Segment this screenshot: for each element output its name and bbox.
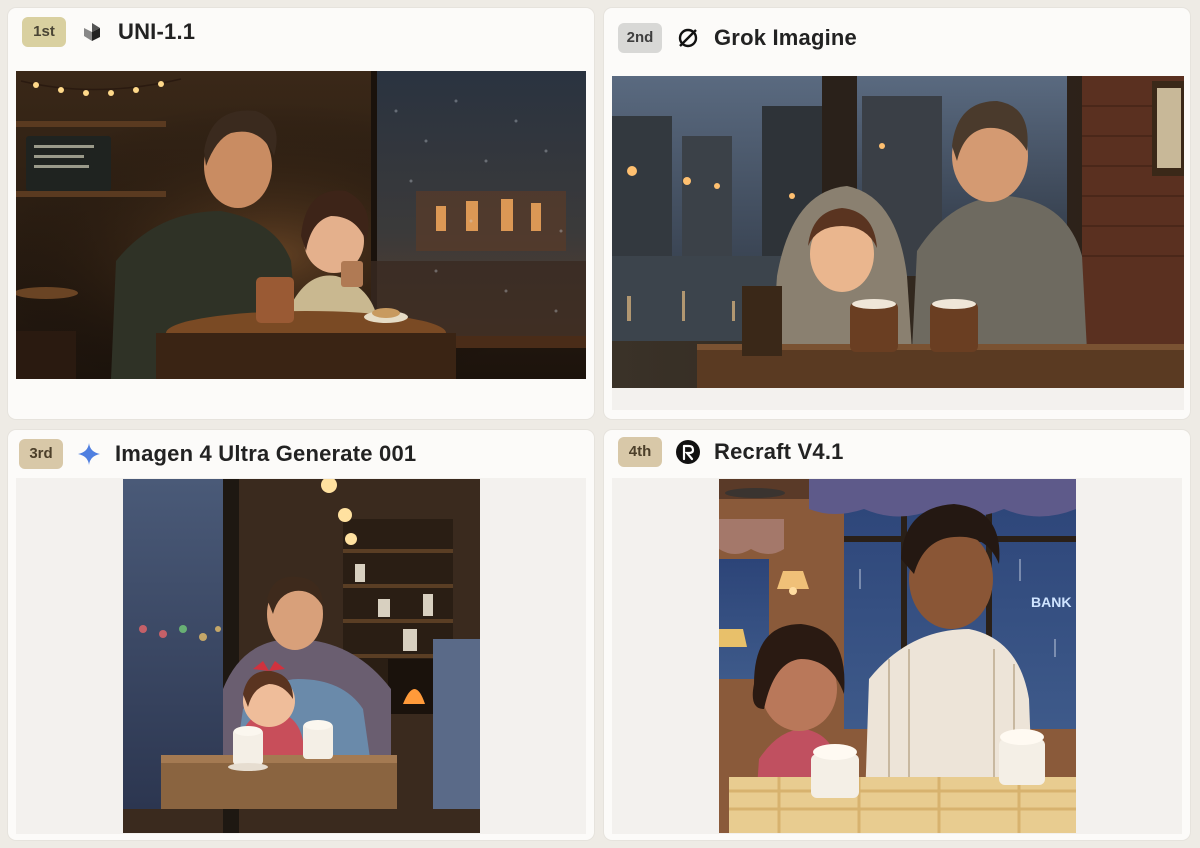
generated-image[interactable]	[16, 71, 586, 379]
rank-badge: 3rd	[19, 439, 63, 469]
card-header: 2nd Grok Imagine	[618, 22, 857, 54]
gemini-sparkle-icon	[77, 442, 101, 466]
uni-cube-icon	[80, 20, 104, 44]
bank-sign: BANK	[1031, 594, 1071, 610]
image-footer-strip	[612, 388, 1184, 410]
generated-image[interactable]: BANK	[719, 479, 1076, 833]
recraft-r-icon	[676, 440, 700, 464]
card-header: 1st UNI-1.1	[22, 16, 195, 48]
model-name: Imagen 4 Ultra Generate 001	[115, 441, 417, 466]
result-card-4[interactable]: 4th Recraft V4.1 BANK	[604, 430, 1190, 840]
grok-slash-circle-icon	[676, 26, 700, 50]
result-card-3[interactable]: 3rd Imagen 4 Ultra Generate 001	[8, 430, 594, 840]
model-name: Grok Imagine	[714, 25, 857, 50]
result-card-2[interactable]: 2nd Grok Imagine	[604, 8, 1190, 419]
generated-image[interactable]	[612, 76, 1184, 388]
rank-badge: 4th	[618, 437, 662, 467]
model-name: UNI-1.1	[118, 19, 196, 44]
leaderboard-grid: 1st UNI-1.1 2nd Grok Imagine 3rd Imagen …	[0, 0, 1200, 848]
card-header: 4th Recraft V4.1	[618, 436, 844, 468]
rank-badge: 2nd	[618, 23, 662, 53]
generated-image[interactable]	[123, 479, 480, 833]
result-card-1[interactable]: 1st UNI-1.1	[8, 8, 594, 419]
rank-badge: 1st	[22, 17, 66, 47]
model-name: Recraft V4.1	[714, 439, 844, 464]
card-header: 3rd Imagen 4 Ultra Generate 001	[19, 438, 416, 470]
